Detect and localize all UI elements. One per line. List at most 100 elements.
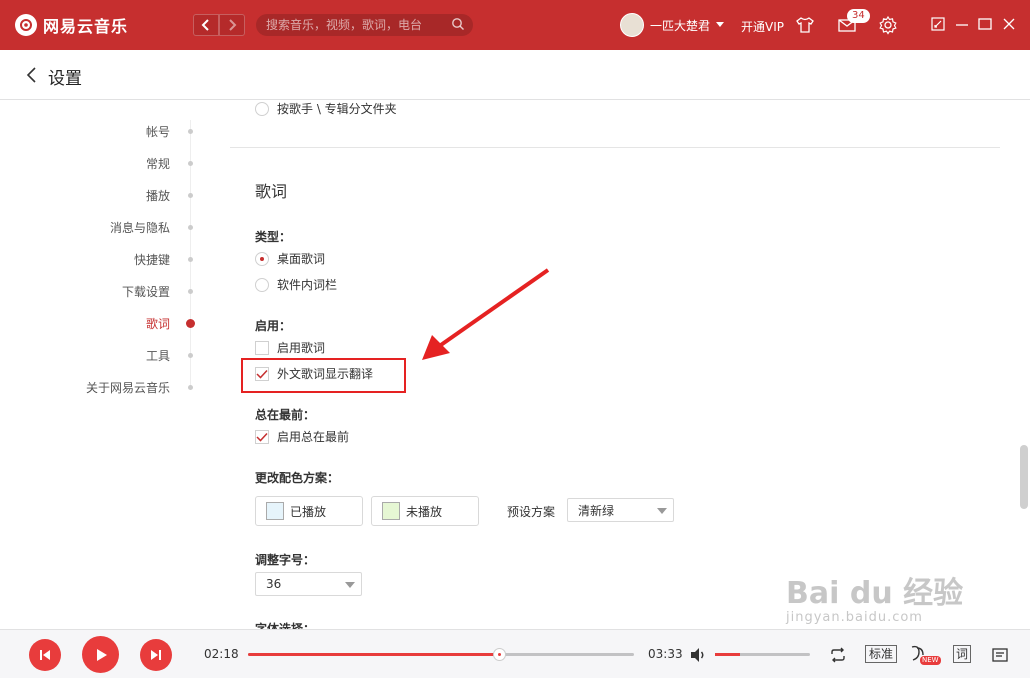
annotation-highlight-box	[241, 358, 406, 393]
radio-button[interactable]	[255, 277, 269, 292]
sidebar-item-privacy[interactable]: 消息与隐私	[110, 219, 170, 236]
username[interactable]: 一匹大楚君	[650, 17, 710, 34]
preset-label: 预设方案	[507, 505, 556, 519]
unplayed-color-swatch	[382, 502, 400, 520]
dropdown-arrow-icon	[657, 508, 667, 514]
netease-logo-icon	[15, 14, 37, 36]
user-menu[interactable]: 一匹大楚君	[620, 13, 725, 37]
sidebar-dot	[188, 289, 193, 294]
forward-nav-button[interactable]	[219, 14, 245, 36]
sidebar-item-account[interactable]: 帐号	[146, 123, 170, 140]
avatar[interactable]	[620, 13, 644, 37]
search-box	[256, 14, 473, 36]
option-label: 启用总在最前	[277, 430, 350, 444]
search-icon[interactable]	[451, 17, 465, 31]
type-label: 类型：	[255, 230, 292, 244]
sidebar-item-lyrics[interactable]: 歌词	[146, 315, 170, 332]
sidebar-dot	[188, 385, 193, 390]
play-icon	[96, 648, 107, 661]
next-track-button[interactable]	[140, 639, 172, 671]
played-color-swatch	[266, 502, 284, 520]
progress-knob[interactable]	[492, 648, 506, 661]
maximize-icon[interactable]	[977, 16, 993, 32]
scrollbar-thumb[interactable]	[1020, 445, 1028, 509]
settings-sidebar: 帐号 常规 播放 消息与隐私 快捷键 下载设置 歌词 工具 关于网易云音乐	[0, 100, 200, 630]
checkbox[interactable]	[255, 340, 269, 355]
loop-icon[interactable]	[828, 645, 848, 665]
volume-fill	[715, 653, 740, 656]
mini-mode-icon[interactable]	[930, 16, 946, 32]
history-nav	[193, 14, 245, 36]
app-header: 网易云音乐 一匹大楚君 开通VIP 34	[0, 0, 1030, 50]
next-icon	[151, 650, 161, 660]
enable-lyrics-option[interactable]: 启用歌词	[255, 339, 325, 356]
playlist-icon[interactable]	[990, 645, 1010, 665]
button-label: 已播放	[290, 504, 327, 519]
sidebar-item-general[interactable]: 常规	[146, 155, 170, 172]
section-title-lyrics: 歌词	[255, 182, 288, 201]
vip-link[interactable]: 开通VIP	[741, 18, 784, 35]
sidebar-dot	[188, 353, 193, 358]
option-label: 桌面歌词	[277, 252, 326, 266]
gear-icon[interactable]	[878, 15, 898, 35]
tshirt-icon[interactable]	[795, 15, 815, 35]
preset-select[interactable]: 清新绿	[567, 498, 674, 522]
dropdown-arrow-icon	[345, 582, 355, 588]
quality-button[interactable]: 标准	[865, 645, 898, 663]
sidebar-item-about[interactable]: 关于网易云音乐	[86, 379, 170, 396]
color-scheme-label: 更改配色方案：	[255, 471, 340, 485]
close-icon[interactable]	[1001, 16, 1017, 32]
app-name: 网易云音乐	[43, 17, 129, 36]
volume-icon[interactable]	[688, 645, 708, 665]
sidebar-item-shortcuts[interactable]: 快捷键	[134, 251, 170, 268]
prev-icon	[40, 650, 50, 660]
play-button[interactable]	[82, 636, 119, 673]
select-value: 36	[266, 577, 282, 591]
font-size-select[interactable]: 36	[255, 572, 362, 596]
chevron-right-icon	[229, 19, 237, 31]
enable-label: 启用：	[255, 319, 292, 333]
unplayed-color-button[interactable]: 未播放	[371, 496, 479, 526]
checkmark-icon	[256, 432, 268, 442]
caret-down-icon[interactable]	[716, 22, 725, 28]
radio-button-checked[interactable]	[255, 251, 269, 266]
always-on-top-label: 总在最前：	[255, 408, 316, 422]
lyric-toggle-button[interactable]: 词	[953, 645, 972, 663]
sound-effect-button[interactable]: NEW	[908, 643, 941, 667]
font-size-label: 调整字号：	[255, 553, 316, 567]
progress-fill	[248, 653, 499, 656]
player-bar: 02:18 03:33 标准 NEW 词	[0, 629, 1030, 678]
app-logo[interactable]: 网易云音乐	[15, 13, 128, 37]
progress-bar[interactable]	[248, 648, 634, 661]
sidebar-item-tools[interactable]: 工具	[146, 347, 170, 364]
sidebar-dot	[188, 129, 193, 134]
back-nav-button[interactable]	[193, 14, 219, 36]
back-arrow-icon[interactable]	[24, 66, 40, 84]
volume-slider[interactable]	[715, 653, 810, 656]
sidebar-dot	[188, 257, 193, 262]
type-inapp-lyrics-option[interactable]: 软件内词栏	[255, 276, 337, 293]
option-label: 软件内词栏	[277, 278, 338, 292]
sidebar-item-download[interactable]: 下载设置	[122, 283, 170, 300]
sidebar-active-dot	[186, 319, 195, 328]
sidebar-dot	[188, 193, 193, 198]
type-desktop-lyrics-option[interactable]: 桌面歌词	[255, 250, 325, 267]
current-time: 02:18	[204, 647, 239, 661]
played-color-button[interactable]: 已播放	[255, 496, 363, 526]
section-divider	[230, 147, 1000, 148]
select-value: 清新绿	[578, 503, 615, 518]
sidebar-item-playback[interactable]: 播放	[146, 187, 170, 204]
minimize-icon[interactable]	[954, 16, 970, 32]
prev-track-button[interactable]	[29, 639, 61, 671]
chevron-left-icon	[201, 19, 209, 31]
settings-title-bar: 设置	[0, 50, 1030, 100]
annotation-arrow-icon	[422, 268, 550, 360]
always-on-top-option[interactable]: 启用总在最前	[255, 428, 349, 445]
radio-button[interactable]	[255, 101, 269, 116]
page-title: 设置	[48, 69, 82, 89]
option-label: 按歌手 \ 专辑分文件夹	[277, 102, 397, 116]
folder-by-artist-option[interactable]: 按歌手 \ 专辑分文件夹	[255, 100, 397, 117]
new-badge: NEW	[920, 656, 941, 665]
checkbox-checked[interactable]	[255, 429, 269, 444]
search-input[interactable]	[266, 18, 446, 32]
